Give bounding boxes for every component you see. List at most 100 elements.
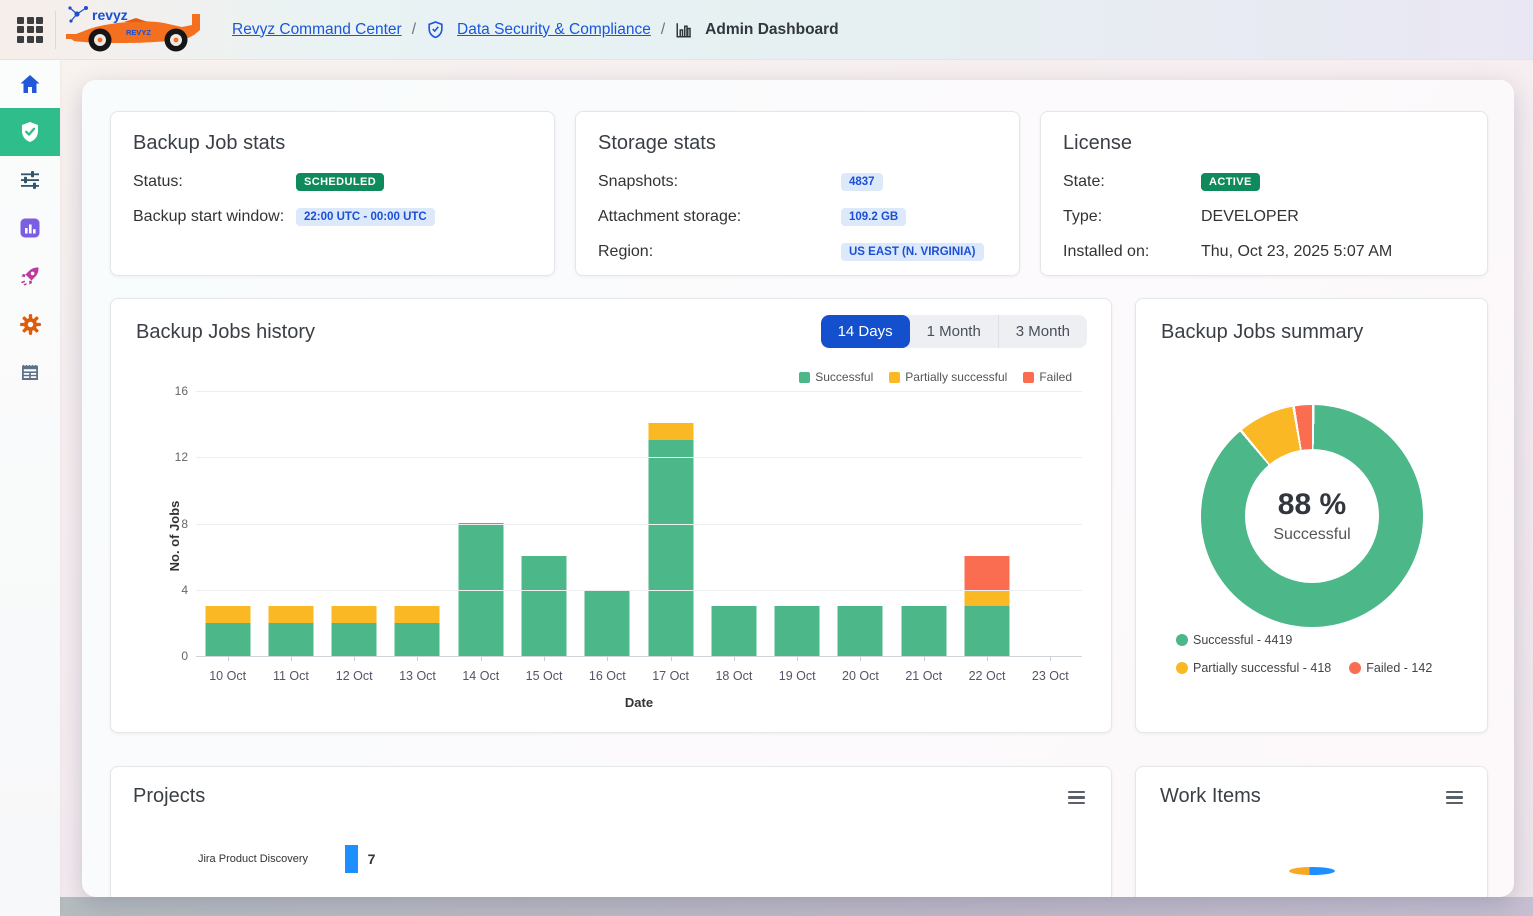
stat-row-installed-on: Installed on: Thu, Oct 23, 2025 5:07 AM — [1063, 241, 1465, 263]
rocket-icon — [18, 264, 42, 288]
summary-legend-item: Failed - 142 — [1349, 661, 1432, 675]
breadcrumb: Revyz Command Center / Data Security & C… — [232, 20, 839, 39]
project-label: Jira Product Discovery — [111, 853, 308, 865]
main-panel: Backup Job stats Status: SCHEDULED Backu… — [82, 80, 1514, 897]
x-tick-label: 14 Oct — [449, 669, 512, 683]
donut-center: 88 % Successful — [1245, 449, 1379, 583]
legend-label: Partially successful - 418 — [1193, 661, 1331, 675]
x-tick-label: 19 Oct — [766, 669, 829, 683]
legend-swatch — [799, 372, 810, 383]
header-divider — [55, 11, 56, 49]
legend-swatch — [1023, 372, 1034, 383]
legend-label: Successful - 4419 — [1193, 633, 1292, 647]
bar-segment-successful — [268, 623, 313, 656]
legend-label: Successful — [815, 370, 873, 384]
summary-donut-chart: 88 % Successful — [1201, 405, 1423, 627]
bar-segment-successful — [775, 606, 820, 656]
bar-segment-successful — [965, 606, 1010, 656]
card-title: Backup Jobs summary — [1161, 321, 1363, 344]
history-range-tab[interactable]: 14 Days — [821, 315, 910, 348]
revyz-wordmark: revyz — [92, 7, 128, 23]
sidebar-item-configuration[interactable] — [0, 156, 60, 204]
backup-job-stats-card: Backup Job stats Status: SCHEDULED Backu… — [110, 111, 555, 276]
table-form-icon — [18, 360, 42, 384]
stat-row-backup-window: Backup start window: 22:00 UTC - 00:00 U… — [133, 206, 532, 228]
legend-item: Failed — [1023, 370, 1072, 384]
breadcrumb-separator: / — [412, 21, 416, 39]
bar-segment-successful — [522, 556, 567, 656]
bar-segment-partially-successful — [648, 423, 693, 440]
summary-legend-item: Successful - 4419 — [1176, 633, 1292, 647]
sidebar-item-settings[interactable] — [0, 300, 60, 348]
sidebar-item-audit[interactable] — [0, 348, 60, 396]
x-tick-label: 16 Oct — [576, 669, 639, 683]
history-range-tab[interactable]: 3 Month — [998, 315, 1087, 348]
sliders-icon — [18, 168, 42, 192]
svg-text:REVYZ: REVYZ — [126, 28, 151, 37]
sidebar-item-launch[interactable] — [0, 252, 60, 300]
stat-row-attachment-storage: Attachment storage: 109.2 GB — [598, 206, 997, 228]
stat-label: Type: — [1063, 208, 1201, 226]
sidebar-item-home[interactable] — [0, 60, 60, 108]
revyz-logo[interactable]: REVYZ revyz — [64, 4, 214, 56]
breadcrumb-link-command-center[interactable]: Revyz Command Center — [232, 21, 402, 39]
breadcrumb-link-data-security[interactable]: Data Security & Compliance — [457, 21, 651, 39]
region-badge: US EAST (N. VIRGINIA) — [841, 243, 984, 261]
backup-window-badge: 22:00 UTC - 00:00 UTC — [296, 208, 435, 226]
bottom-strip — [60, 897, 1533, 916]
bar-segment-successful — [332, 623, 377, 656]
app-launcher-grid-icon[interactable] — [17, 17, 43, 43]
summary-legend: Successful - 4419 Partially successful -… — [1176, 633, 1471, 689]
donut-center-label: Successful — [1273, 526, 1350, 544]
bar-segment-successful — [395, 623, 440, 656]
sidebar-item-reports[interactable] — [0, 204, 60, 252]
x-tick-label: 23 Oct — [1019, 669, 1082, 683]
card-title: Projects — [133, 785, 1089, 808]
storage-stats-card: Storage stats Snapshots: 4837 Attachment… — [575, 111, 1020, 276]
bar-segment-successful — [205, 623, 250, 656]
gridline — [196, 457, 1082, 458]
column-chart-icon — [675, 21, 693, 39]
x-tick-label: 17 Oct — [639, 669, 702, 683]
license-card: License State: ACTIVE Type: DEVELOPER In… — [1040, 111, 1488, 276]
breadcrumb-current-page: Admin Dashboard — [705, 21, 838, 39]
bar-segment-successful — [838, 606, 883, 656]
x-tick-label: 21 Oct — [892, 669, 955, 683]
project-value: 7 — [368, 851, 376, 867]
work-items-menu-icon[interactable] — [1446, 791, 1463, 804]
stat-row-status: Status: SCHEDULED — [133, 171, 532, 193]
legend-swatch — [1349, 662, 1361, 674]
legend-label: Failed — [1039, 370, 1072, 384]
snapshots-badge: 4837 — [841, 173, 883, 191]
legend-label: Failed - 142 — [1366, 661, 1432, 675]
x-tick-label: 11 Oct — [259, 669, 322, 683]
stat-row-type: Type: DEVELOPER — [1063, 206, 1465, 228]
stat-label: Status: — [133, 173, 296, 191]
stat-row-snapshots: Snapshots: 4837 — [598, 171, 997, 193]
card-title: Storage stats — [598, 132, 997, 155]
shield-check-icon — [18, 120, 42, 144]
x-tick-label: 15 Oct — [512, 669, 575, 683]
x-axis-title: Date — [196, 695, 1082, 710]
sidebar-item-data-security[interactable] — [0, 108, 60, 156]
y-tick-label: 12 — [156, 450, 188, 464]
work-items-pie-chart — [1289, 867, 1335, 875]
bar-segment-successful — [585, 590, 630, 657]
card-title: Backup Job stats — [133, 132, 532, 155]
history-bar-chart: No. of Jobs 1612840 — [196, 391, 1082, 657]
legend-label: Partially successful — [905, 370, 1007, 384]
y-tick-label: 0 — [156, 649, 188, 663]
bar-segment-partially-successful — [205, 606, 250, 623]
x-tick-label: 20 Oct — [829, 669, 892, 683]
summary-legend-item: Partially successful - 418 — [1176, 661, 1331, 675]
stat-row-state: State: ACTIVE — [1063, 171, 1465, 193]
shield-check-icon — [426, 20, 445, 39]
projects-menu-icon[interactable] — [1068, 791, 1085, 804]
stat-label: Snapshots: — [598, 173, 841, 191]
donut-percentage: 88 % — [1278, 488, 1346, 522]
projects-card: Projects Jira Product Discovery 7 — [110, 766, 1112, 897]
history-range-tab[interactable]: 1 Month — [910, 315, 998, 348]
legend-item: Partially successful — [889, 370, 1007, 384]
bar-segment-partially-successful — [332, 606, 377, 623]
attachment-storage-badge: 109.2 GB — [841, 208, 906, 226]
